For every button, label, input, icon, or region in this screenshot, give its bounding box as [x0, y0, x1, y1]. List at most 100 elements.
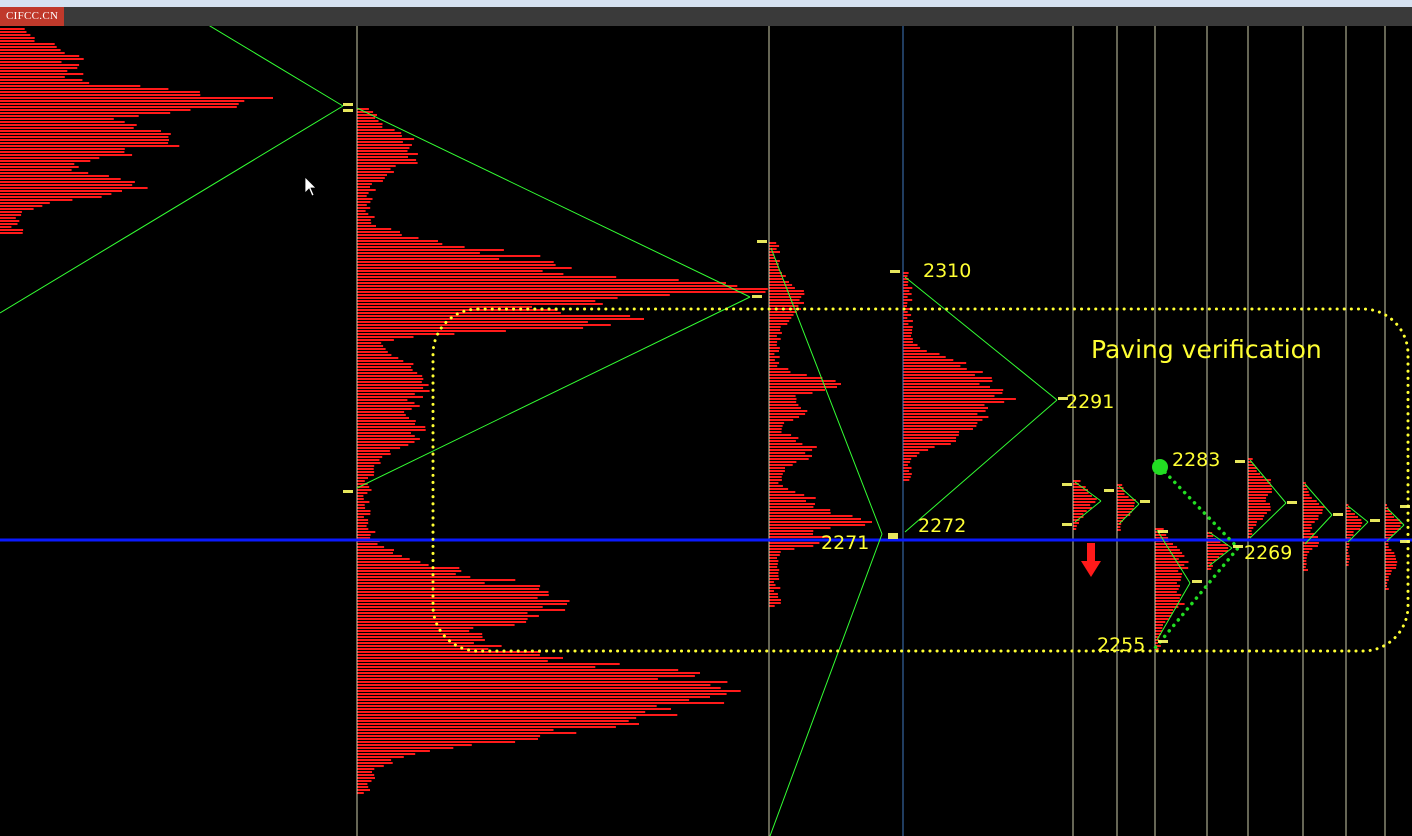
profile-bar — [357, 525, 367, 527]
profile-bar — [357, 369, 413, 371]
profile-histograms — [0, 28, 1402, 794]
profile-bar — [769, 356, 780, 358]
profile-bar — [357, 696, 710, 698]
profile-bar — [357, 609, 566, 611]
profile-bar — [903, 368, 967, 370]
market-profile-chart[interactable]: Paving verification 2310 2291 2283 2272 … — [0, 26, 1412, 836]
profile-bar — [357, 297, 618, 299]
profile-bar — [1346, 555, 1350, 557]
profile-bar — [769, 590, 774, 592]
profile-bar — [1248, 488, 1272, 490]
profile-bar — [357, 627, 474, 629]
profile-bar — [0, 106, 237, 108]
profile-bar — [769, 401, 797, 403]
profile-bar — [357, 411, 405, 413]
profile-bar — [1303, 524, 1312, 526]
profile-bar — [769, 299, 800, 301]
profile-bar — [0, 133, 171, 135]
profile-bar — [357, 204, 367, 206]
profile-bar — [357, 492, 368, 494]
profile-bar — [0, 142, 169, 144]
profile-bar — [357, 177, 385, 179]
profile-bar — [357, 147, 410, 149]
profile-bar — [0, 115, 139, 117]
profile-bar — [357, 678, 658, 680]
price-tag-mark — [1158, 640, 1168, 643]
profile-bar — [769, 269, 780, 271]
profile-bar — [357, 708, 671, 710]
profile-bar — [769, 575, 779, 577]
profile-bar — [1303, 521, 1315, 523]
profile-bar — [0, 232, 23, 234]
profile-bar — [1385, 564, 1397, 566]
profile-bar — [903, 404, 985, 406]
profile-bar — [357, 444, 409, 446]
profile-bar — [357, 777, 375, 779]
profile-bar — [1346, 528, 1361, 530]
profile-bar — [1248, 497, 1267, 499]
profile-bar — [769, 494, 805, 496]
profile-bar — [1117, 493, 1125, 495]
profile-bar — [903, 446, 935, 448]
profile-bar — [769, 515, 853, 517]
profile-bar — [0, 49, 61, 51]
profile-bar — [357, 354, 392, 356]
profile-bar — [769, 329, 781, 331]
profile-bar — [903, 419, 983, 421]
profile-bar — [357, 588, 540, 590]
profile-bar — [1155, 612, 1173, 614]
profile-bar — [357, 159, 417, 161]
profile-bar — [769, 572, 779, 574]
profile-bar — [357, 225, 376, 227]
profile-bar — [357, 687, 721, 689]
profile-bar — [1303, 518, 1319, 520]
profile-bar — [357, 663, 620, 665]
profile-bar — [0, 166, 79, 168]
profile-bar — [1385, 576, 1389, 578]
profile-bar — [0, 112, 171, 114]
price-tag-mark — [888, 536, 898, 539]
profile-bar — [903, 347, 921, 349]
profile-bar — [357, 720, 629, 722]
profile-bar — [357, 723, 639, 725]
profile-bar — [357, 459, 380, 461]
profile-bar — [357, 549, 394, 551]
profile-bar — [357, 291, 766, 293]
profile-bar — [1117, 505, 1135, 507]
profile-bar — [1117, 508, 1134, 510]
profile-bar — [903, 296, 908, 298]
profile-bar — [357, 546, 385, 548]
profile-bar — [357, 357, 399, 359]
profile-bar — [357, 456, 383, 458]
profile-bar — [903, 320, 913, 322]
profile-bar — [769, 383, 841, 385]
profile-bar — [1207, 535, 1214, 537]
profile-bar — [0, 208, 34, 210]
profile-bar — [357, 264, 556, 266]
profile-bar — [357, 138, 415, 140]
profile-bar — [1346, 519, 1362, 521]
profile-bar — [1385, 558, 1396, 560]
profile-bar — [903, 422, 978, 424]
profile-bar — [0, 67, 78, 69]
profile-bar — [1248, 512, 1267, 514]
profile-bar — [1155, 576, 1182, 578]
profile-bar — [357, 735, 541, 737]
profile-bar — [1155, 627, 1163, 629]
profile-bar — [1346, 534, 1354, 536]
profile-bar — [769, 446, 817, 448]
profile-bar — [357, 399, 408, 401]
profile-bar — [769, 257, 775, 259]
profile-bar — [1385, 588, 1389, 590]
profile-bar — [357, 618, 528, 620]
profile-bar — [1385, 561, 1398, 563]
profile-bar — [357, 219, 371, 221]
profile-bar — [0, 187, 148, 189]
profile-bar — [769, 506, 814, 508]
profile-bar — [769, 548, 795, 550]
profile-bar — [357, 327, 584, 329]
profile-bar — [1155, 597, 1180, 599]
profile-bar — [769, 521, 872, 523]
price-label-2255: 2255 — [1097, 634, 1145, 656]
profile-bar — [357, 348, 386, 350]
